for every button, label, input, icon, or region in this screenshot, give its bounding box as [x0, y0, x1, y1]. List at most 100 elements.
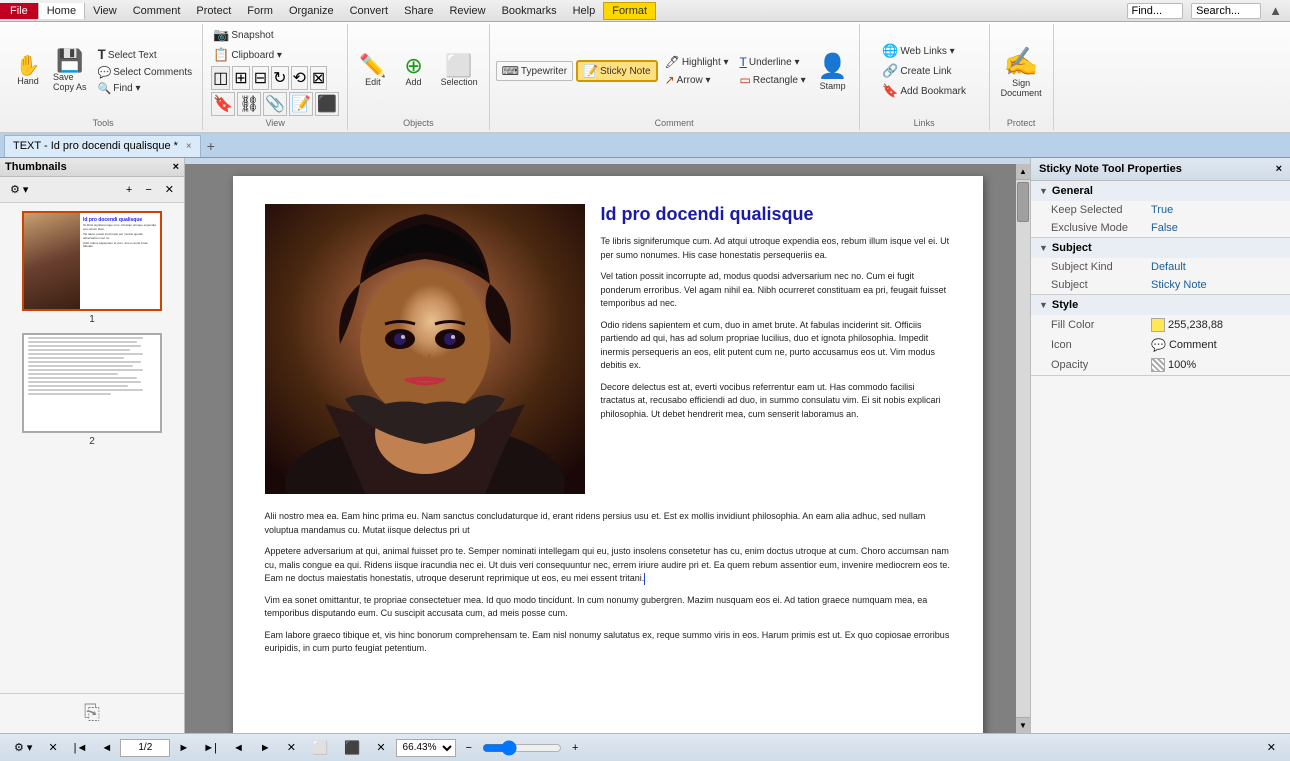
keep-selected-value: True: [1151, 204, 1173, 216]
props-section-style-header[interactable]: ▼ Style: [1031, 295, 1290, 315]
new-tab-button[interactable]: +: [201, 136, 221, 156]
select-comments-button[interactable]: 💬 Select Comments: [94, 65, 197, 80]
rectangle-button[interactable]: ▭ Rectangle ▾: [736, 72, 810, 88]
highlight-button[interactable]: 🖊 Highlight ▾: [661, 54, 733, 70]
view-icon-5[interactable]: ⟲: [291, 66, 308, 90]
page-photo: [265, 204, 585, 494]
find-button[interactable]: 🔍 Find ▾: [94, 81, 197, 96]
underline-button[interactable]: T Underline ▾: [736, 54, 810, 70]
first-page-button[interactable]: |◄: [68, 739, 94, 757]
doc-tab-close-icon[interactable]: ×: [186, 141, 192, 152]
view-icon-1[interactable]: ◫: [211, 66, 230, 90]
page-number-input[interactable]: [120, 739, 170, 757]
last-page-button[interactable]: ►|: [197, 739, 223, 757]
scrollbar-up-arrow[interactable]: ▲: [1016, 164, 1030, 180]
menu-form[interactable]: Form: [239, 3, 281, 19]
stamp-button[interactable]: 👤 Stamp: [813, 49, 853, 94]
clipboard-button[interactable]: 📋 Clipboard ▾: [209, 46, 286, 64]
view-icon-9[interactable]: 📎: [263, 92, 287, 116]
fit-page-icon[interactable]: ⬜: [306, 737, 334, 759]
web-links-label: Web Links ▾: [900, 46, 954, 57]
links-group-label: Links: [914, 116, 935, 128]
menu-bookmarks[interactable]: Bookmarks: [494, 3, 565, 19]
add-bookmark-button[interactable]: 🔖 Add Bookmark: [878, 82, 970, 100]
menu-help[interactable]: Help: [565, 3, 604, 19]
view-icon-6[interactable]: ⊠: [310, 66, 327, 90]
icon-value[interactable]: 💬 Comment: [1151, 338, 1217, 352]
hand-button[interactable]: ✋ Hand: [10, 53, 46, 89]
select-text-button[interactable]: 𝐓 Select Text: [94, 46, 197, 64]
view-icon-7[interactable]: 🔖: [211, 92, 235, 116]
snapshot-button[interactable]: 📷 Snapshot: [209, 26, 277, 44]
menu-review[interactable]: Review: [441, 3, 493, 19]
menu-home[interactable]: Home: [38, 3, 85, 19]
find-toolbar-label[interactable]: Find...: [1127, 3, 1184, 19]
zoom-select[interactable]: 66.43% 50% 75% 100% 125% 150% 200%: [396, 739, 456, 757]
thumb-zoom-out-button[interactable]: −: [140, 181, 156, 199]
view-icon-8[interactable]: ⛓: [237, 92, 261, 116]
props-section-subject-header[interactable]: ▼ Subject: [1031, 238, 1290, 258]
props-section-general-header[interactable]: ▼ General: [1031, 181, 1290, 201]
scrollbar-down-arrow[interactable]: ▼: [1016, 717, 1030, 733]
toolbar-group-view: 📷 Snapshot 📋 Clipboard ▾ ◫ ⊞ ⊟ ↻ ⟲ ⊠ 🔖 ⛓…: [203, 24, 348, 130]
view-icon-3[interactable]: ⊟: [252, 66, 269, 90]
arrow-button[interactable]: ↗ Arrow ▾: [661, 72, 733, 88]
fill-color-value[interactable]: 255,238,88: [1151, 318, 1223, 332]
view-icon-2[interactable]: ⊞: [232, 66, 249, 90]
thumb-label-2: 2: [89, 436, 95, 447]
clipboard-label: Clipboard ▾: [231, 50, 282, 61]
menu-convert[interactable]: Convert: [342, 3, 397, 19]
menu-organize[interactable]: Organize: [281, 3, 342, 19]
selection-button[interactable]: ⬜ Selection: [436, 52, 483, 90]
doc-tab-title: TEXT - Id pro docendi qualisque *: [13, 140, 178, 152]
view-icon-10[interactable]: 📝: [289, 92, 313, 116]
sign-document-button[interactable]: ✍ SignDocument: [996, 42, 1047, 101]
fit-width-icon[interactable]: ⬛: [338, 737, 366, 759]
thumb-label-1: 1: [89, 314, 95, 325]
thumbnail-page-1[interactable]: Id pro docendi qualisque Te libris signi…: [22, 211, 162, 325]
toolbar-group-tools: ✋ Hand 💾 SaveCopy As 𝐓 Select Text 💬 Sel…: [4, 24, 203, 130]
document-tab[interactable]: TEXT - Id pro docendi qualisque * ×: [4, 135, 201, 157]
web-links-icon: 🌐: [882, 43, 898, 59]
add-button[interactable]: ⊕ Add: [396, 52, 432, 90]
menu-file[interactable]: File: [0, 3, 38, 19]
icon-label: Icon: [1051, 339, 1151, 351]
menu-comment[interactable]: Comment: [125, 3, 189, 19]
save-copy-as-button[interactable]: 💾 SaveCopy As: [48, 47, 92, 95]
prev-page-button[interactable]: ◄: [95, 739, 118, 757]
props-panel-close-icon[interactable]: ×: [1276, 163, 1282, 175]
thumb-options-icon[interactable]: ✕: [160, 180, 179, 199]
protect-group-label: Protect: [1007, 116, 1036, 128]
zoom-in-button[interactable]: +: [566, 739, 584, 757]
view-icon-4[interactable]: ↻: [271, 66, 288, 90]
thumb-settings-icon[interactable]: ⚙ ▾: [5, 180, 33, 199]
subject-label: Subject: [1051, 279, 1151, 291]
next-page-button[interactable]: ►: [172, 739, 195, 757]
copy-icon[interactable]: ⎘: [84, 702, 100, 725]
menu-protect[interactable]: Protect: [188, 3, 239, 19]
create-link-button[interactable]: 🔗 Create Link: [878, 62, 970, 80]
menu-share[interactable]: Share: [396, 3, 441, 19]
save-icon: 💾: [56, 50, 83, 72]
prev-view-button[interactable]: ◄: [227, 739, 250, 757]
arrow-icon: ↗: [665, 73, 675, 87]
menu-format[interactable]: Format: [603, 2, 656, 20]
typewriter-button[interactable]: ⌨ Typewriter: [496, 61, 573, 81]
zoom-slider[interactable]: [482, 740, 562, 756]
search-toolbar-label[interactable]: Search...: [1191, 3, 1261, 19]
select-text-icon: 𝐓: [98, 47, 106, 63]
scrollbar-thumb[interactable]: [1017, 182, 1029, 222]
thumbnail-page-2[interactable]: 2: [22, 333, 162, 447]
doc-scroll[interactable]: Id pro docendi qualisque Te libris signi…: [185, 164, 1030, 733]
close-window-icon[interactable]: ▲: [1269, 3, 1282, 18]
menu-view[interactable]: View: [85, 3, 125, 19]
next-view-button[interactable]: ►: [254, 739, 277, 757]
zoom-out-button[interactable]: −: [460, 739, 478, 757]
thumbnails-close-icon[interactable]: ×: [173, 161, 179, 173]
thumb-zoom-in-button[interactable]: +: [121, 181, 137, 199]
web-links-button[interactable]: 🌐 Web Links ▾: [878, 42, 970, 60]
sticky-note-button[interactable]: 📝 Sticky Note: [576, 60, 658, 82]
view-icon-11[interactable]: ⬛: [315, 92, 339, 116]
typewriter-label: Typewriter: [521, 66, 567, 77]
edit-button[interactable]: ✏️ Edit: [354, 52, 391, 90]
